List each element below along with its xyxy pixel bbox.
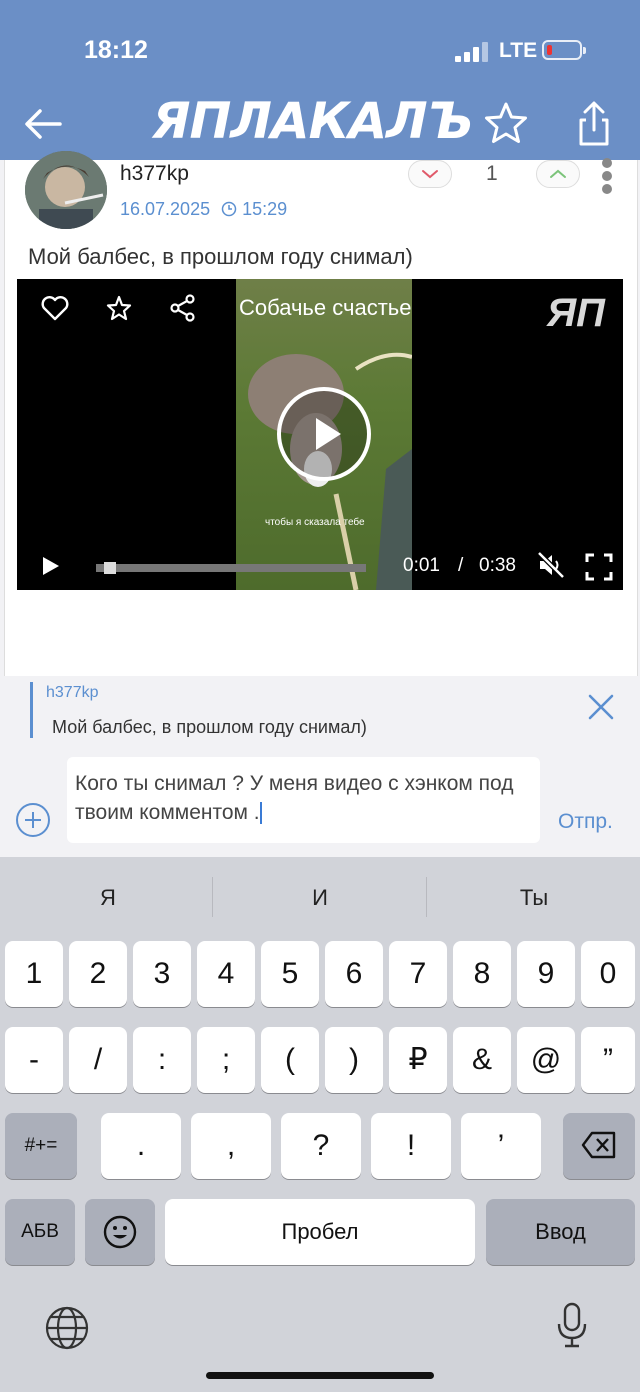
emoji-key[interactable] xyxy=(85,1199,155,1265)
video-duration: 0:38 xyxy=(479,555,516,576)
key-semicolon[interactable]: ; xyxy=(197,1027,255,1093)
video-subtitle: чтобы я сказала тебе xyxy=(265,517,365,528)
clock-icon xyxy=(221,201,237,222)
network-label: LTE xyxy=(499,39,538,62)
favorite-star-icon[interactable] xyxy=(482,100,530,148)
key-exclamation[interactable]: ! xyxy=(371,1113,451,1179)
play-button[interactable] xyxy=(277,387,371,481)
text-cursor xyxy=(259,802,262,825)
post-text: Мой балбес, в прошлом году снимал) xyxy=(28,244,413,269)
reply-quoted-user: h377kp xyxy=(46,684,99,701)
reply-quote-bar xyxy=(30,682,33,738)
video-player[interactable]: Собачье счастье ЯП чтобы я сказала тебе … xyxy=(17,279,623,590)
key-colon[interactable]: : xyxy=(133,1027,191,1093)
post-date: 16.07.2025 15:29 xyxy=(120,199,287,222)
play-icon[interactable] xyxy=(41,555,61,582)
key-question[interactable]: ? xyxy=(281,1113,361,1179)
back-arrow-icon[interactable] xyxy=(22,104,66,144)
backspace-icon xyxy=(563,1113,635,1167)
emoji-icon xyxy=(85,1199,155,1257)
key-1[interactable]: 1 xyxy=(5,941,63,1007)
key-3[interactable]: 3 xyxy=(133,941,191,1007)
suggestion-2[interactable]: И xyxy=(214,885,426,911)
video-time-separator: / xyxy=(458,555,464,576)
suggestion-3[interactable]: Ты xyxy=(428,885,640,911)
key-abc[interactable]: АБВ xyxy=(5,1199,75,1265)
key-ampersand[interactable]: & xyxy=(453,1027,511,1093)
key-paren-close[interactable]: ) xyxy=(325,1027,383,1093)
enter-key[interactable]: Ввод xyxy=(486,1199,635,1265)
post-time-text: 15:29 xyxy=(242,199,288,219)
video-progress-bar[interactable] xyxy=(96,562,366,574)
backspace-key[interactable] xyxy=(563,1113,635,1179)
battery-icon xyxy=(542,40,586,60)
more-options-icon[interactable] xyxy=(602,158,614,194)
microphone-icon[interactable] xyxy=(556,1302,588,1355)
post-date-text: 16.07.2025 xyxy=(120,199,211,219)
comment-input-text: Кого ты снимал ? У меня видео с хэнком п… xyxy=(75,772,514,824)
video-title: Собачье счастье xyxy=(239,295,412,320)
vote-up-button[interactable] xyxy=(536,160,580,188)
video-logo: ЯП xyxy=(547,291,605,335)
share-icon[interactable] xyxy=(169,294,197,327)
progress-knob[interactable] xyxy=(104,562,117,574)
key-7[interactable]: 7 xyxy=(389,941,447,1007)
status-time: 18:12 xyxy=(84,36,148,64)
add-attachment-icon[interactable] xyxy=(15,802,51,838)
key-4[interactable]: 4 xyxy=(197,941,255,1007)
signal-icon xyxy=(455,42,489,62)
site-logo[interactable]: ЯПЛАКАЛЪ xyxy=(152,92,474,150)
key-period[interactable]: . xyxy=(101,1113,181,1179)
key-quote[interactable]: ” xyxy=(581,1027,635,1093)
mute-icon[interactable] xyxy=(537,551,565,584)
key-8[interactable]: 8 xyxy=(453,941,511,1007)
reply-quoted-text: Мой балбес, в прошлом году снимал) xyxy=(52,717,367,737)
fullscreen-icon[interactable] xyxy=(585,553,613,586)
avatar[interactable] xyxy=(25,151,107,229)
vote-down-button[interactable] xyxy=(408,160,452,188)
suggestion-divider xyxy=(426,877,427,917)
vote-count: 1 xyxy=(486,162,498,185)
key-0[interactable]: 0 xyxy=(581,941,635,1007)
video-current-time: 0:01 xyxy=(403,555,440,576)
key-dash[interactable]: - xyxy=(5,1027,63,1093)
post-username[interactable]: h377kp xyxy=(120,162,189,186)
key-6[interactable]: 6 xyxy=(325,941,383,1007)
key-comma[interactable]: , xyxy=(191,1113,271,1179)
key-5[interactable]: 5 xyxy=(261,941,319,1007)
send-button[interactable]: Отпр. xyxy=(558,810,613,834)
key-symbols-toggle[interactable]: #+= xyxy=(5,1113,77,1179)
key-at[interactable]: @ xyxy=(517,1027,575,1093)
suggestion-divider xyxy=(212,877,213,917)
home-indicator xyxy=(206,1372,434,1379)
key-2[interactable]: 2 xyxy=(69,941,127,1007)
close-icon[interactable] xyxy=(586,692,616,722)
star-icon[interactable] xyxy=(106,295,132,326)
heart-icon[interactable] xyxy=(41,295,69,326)
key-apostrophe[interactable]: ’ xyxy=(461,1113,541,1179)
key-9[interactable]: 9 xyxy=(517,941,575,1007)
suggestion-1[interactable]: Я xyxy=(2,885,214,911)
key-paren-open[interactable]: ( xyxy=(261,1027,319,1093)
share-icon[interactable] xyxy=(572,100,616,148)
key-slash[interactable]: / xyxy=(69,1027,127,1093)
globe-icon[interactable] xyxy=(44,1305,90,1356)
key-ruble[interactable]: ₽ xyxy=(389,1027,447,1093)
comment-input[interactable]: Кого ты снимал ? У меня видео с хэнком п… xyxy=(67,757,540,843)
space-key[interactable]: Пробел xyxy=(165,1199,475,1265)
